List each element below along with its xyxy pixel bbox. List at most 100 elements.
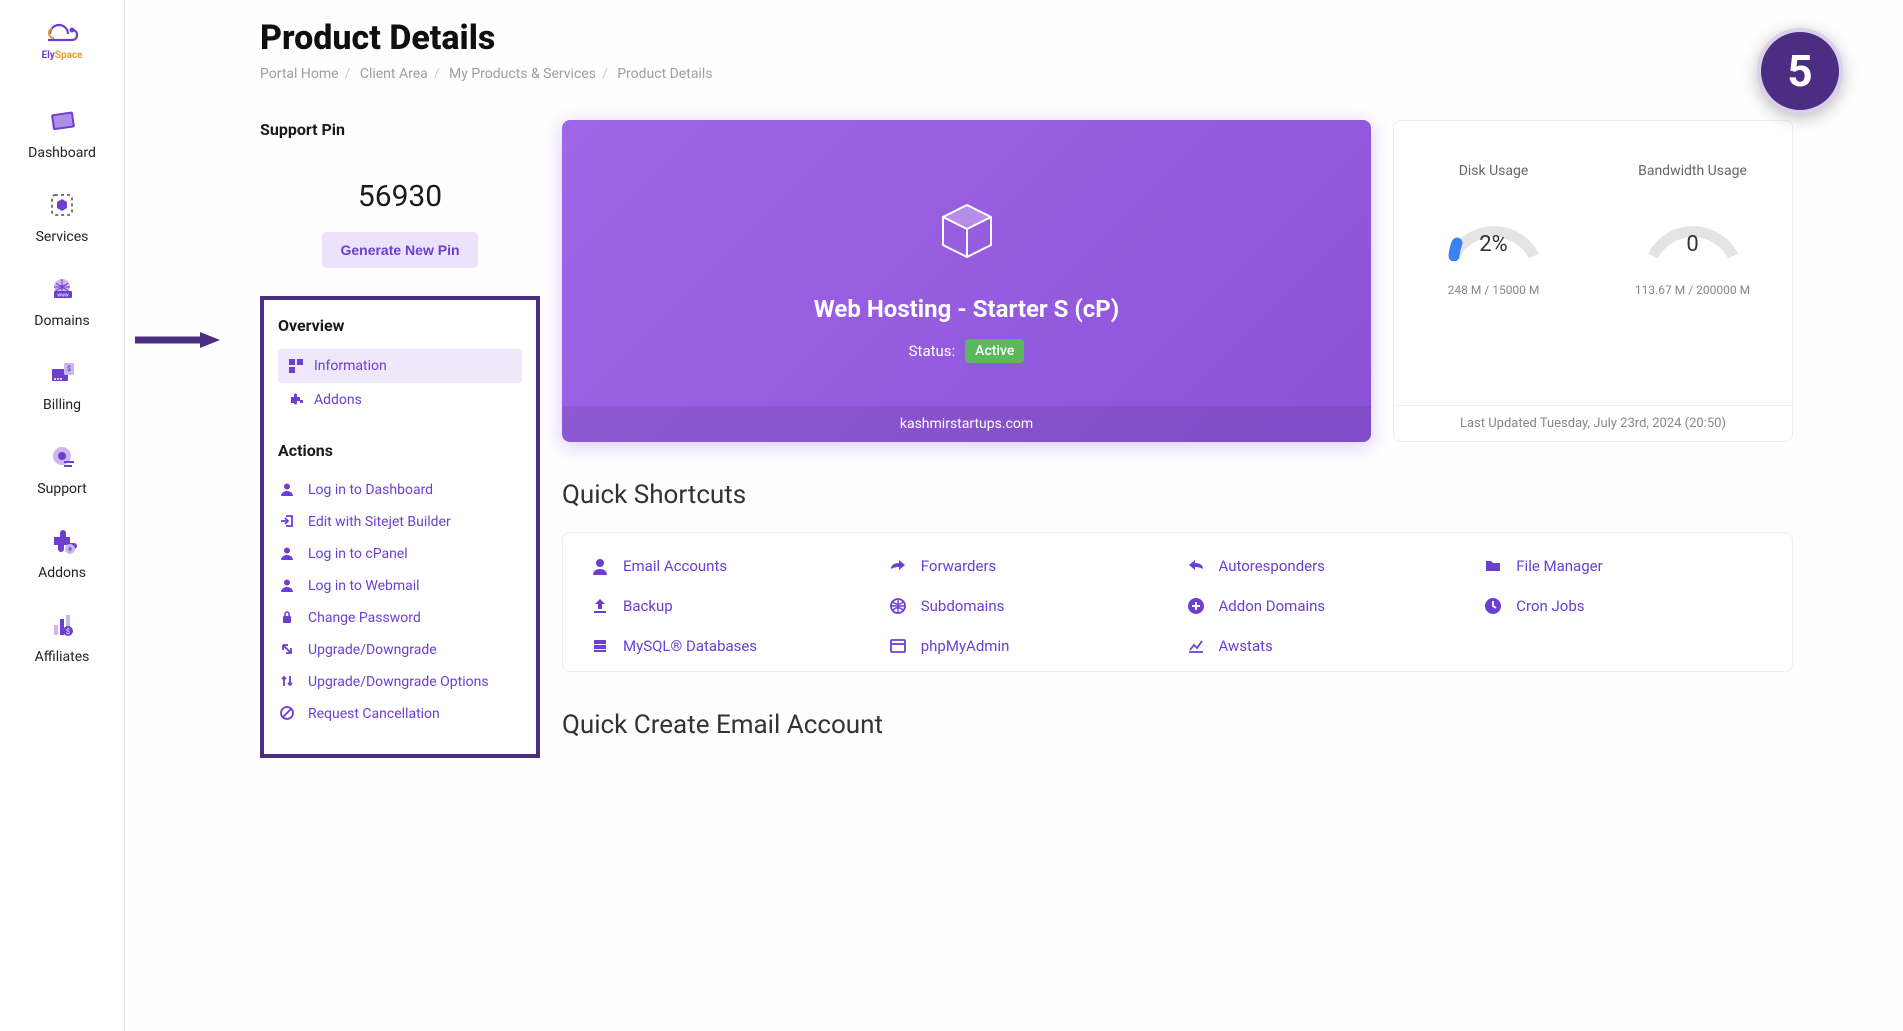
breadcrumb: Portal Home/ Client Area/ My Products & … [260, 66, 1793, 82]
breadcrumb-portal-home[interactable]: Portal Home [260, 66, 339, 82]
step-badge: 5 [1757, 28, 1843, 114]
affiliates-icon: $ [46, 609, 78, 641]
svg-text:www: www [57, 293, 69, 299]
left-column: Support Pin 56930 Generate New Pin Overv… [260, 120, 540, 762]
usage-updated: Last Updated Tuesday, July 23rd, 2024 (2… [1394, 405, 1792, 441]
generate-pin-button[interactable]: Generate New Pin [322, 232, 477, 268]
shortcut-forwarders[interactable]: Forwarders [889, 557, 1169, 575]
sidebar-item-label: Dashboard [28, 145, 96, 161]
sidebar-item-dashboard[interactable]: Dashboard [0, 91, 124, 175]
usage-card: Disk Usage 2% 248 M / 15000 M Bandwidth … [1393, 120, 1793, 442]
chart-icon [1187, 637, 1205, 655]
product-domain: kashmirstartups.com [562, 406, 1371, 442]
overview-item-label: Addons [314, 392, 362, 408]
sidebar-item-label: Billing [43, 397, 81, 413]
shortcut-addon-domains[interactable]: Addon Domains [1187, 597, 1467, 615]
action-change-password[interactable]: Change Password [278, 602, 522, 634]
svg-text:+: + [68, 545, 73, 554]
shortcuts-card: Email Accounts Forwarders Autoresponders… [562, 532, 1793, 672]
sidebar-item-label: Affiliates [35, 649, 90, 665]
quick-shortcuts-title: Quick Shortcuts [562, 480, 1793, 510]
reply-icon [1187, 557, 1205, 575]
breadcrumb-current: Product Details [617, 66, 712, 82]
user-icon [591, 557, 609, 575]
main-content: Product Details Portal Home/ Client Area… [125, 0, 1903, 762]
logo[interactable]: ElySpace [41, 20, 82, 61]
arrow-callout-icon [135, 330, 220, 350]
sidebar-item-affiliates[interactable]: $ Affiliates [0, 595, 124, 679]
domains-icon: www [46, 273, 78, 305]
overview-panel: Overview Information Addons Actions Log … [260, 296, 540, 758]
overview-heading: Overview [278, 316, 522, 335]
support-pin-value: 56930 [260, 179, 540, 214]
sidebar-item-domains[interactable]: www Domains [0, 259, 124, 343]
quick-create-email-title: Quick Create Email Account [562, 710, 1793, 740]
cancel-icon [280, 706, 296, 722]
sidebar-item-addons[interactable]: + Addons [0, 511, 124, 595]
shortcut-backup[interactable]: Backup [591, 597, 871, 615]
dashboard-icon [46, 105, 78, 137]
upload-icon [591, 597, 609, 615]
sidebar-item-label: Support [37, 481, 86, 497]
bandwidth-usage-gauge: Bandwidth Usage 0 113.67 M / 200000 M [1593, 121, 1792, 405]
folder-icon [1484, 557, 1502, 575]
action-upgrade-downgrade[interactable]: Upgrade/Downgrade [278, 634, 522, 666]
cube-icon [935, 199, 999, 267]
addons-small-icon [288, 392, 304, 408]
sidebar-item-billing[interactable]: $ Billing [0, 343, 124, 427]
plus-circle-icon [1187, 597, 1205, 615]
globe-icon [889, 597, 907, 615]
shortcut-awstats[interactable]: Awstats [1187, 637, 1467, 655]
shortcut-mysql[interactable]: MySQL® Databases [591, 637, 871, 655]
shortcut-file-manager[interactable]: File Manager [1484, 557, 1764, 575]
action-request-cancellation[interactable]: Request Cancellation [278, 698, 522, 730]
action-login-webmail[interactable]: Log in to Webmail [278, 570, 522, 602]
lock-icon [280, 610, 296, 626]
sidebar-item-support[interactable]: Support [0, 427, 124, 511]
svg-text:$: $ [66, 628, 70, 636]
svg-text:$: $ [67, 365, 71, 373]
services-icon [46, 189, 78, 221]
signin-icon [280, 514, 296, 530]
user-icon [280, 482, 296, 498]
product-name: Web Hosting - Starter S (cP) [814, 295, 1119, 323]
page-title: Product Details [260, 18, 1793, 58]
shortcut-subdomains[interactable]: Subdomains [889, 597, 1169, 615]
logo-icon [42, 20, 82, 48]
shortcut-cron-jobs[interactable]: Cron Jobs [1484, 597, 1764, 615]
actions-heading: Actions [278, 441, 522, 460]
status-label: Status: [909, 342, 956, 360]
product-hero-card: Web Hosting - Starter S (cP) Status: Act… [562, 120, 1371, 442]
external-icon [280, 642, 296, 658]
disk-usage-gauge: Disk Usage 2% 248 M / 15000 M [1394, 121, 1593, 405]
information-icon [288, 358, 304, 374]
database-icon [591, 637, 609, 655]
forward-icon [889, 557, 907, 575]
billing-icon: $ [46, 357, 78, 389]
support-icon [46, 441, 78, 473]
action-login-dashboard[interactable]: Log in to Dashboard [278, 474, 522, 506]
overview-information[interactable]: Information [278, 349, 522, 383]
clock-icon [1484, 597, 1502, 615]
shortcut-email-accounts[interactable]: Email Accounts [591, 557, 871, 575]
overview-item-label: Information [314, 358, 387, 374]
sidebar-item-label: Domains [34, 313, 89, 329]
sidebar: ElySpace Dashboard Services www Domains … [0, 0, 125, 1031]
shortcut-autoresponders[interactable]: Autoresponders [1187, 557, 1467, 575]
breadcrumb-my-products[interactable]: My Products & Services [449, 66, 596, 82]
sidebar-item-label: Services [36, 229, 89, 245]
sidebar-item-label: Addons [38, 565, 86, 581]
status-badge: Active [965, 339, 1024, 363]
user-icon [280, 578, 296, 594]
overview-addons[interactable]: Addons [278, 383, 522, 417]
addons-icon: + [46, 525, 78, 557]
action-edit-sitejet[interactable]: Edit with Sitejet Builder [278, 506, 522, 538]
shortcut-phpmyadmin[interactable]: phpMyAdmin [889, 637, 1169, 655]
breadcrumb-client-area[interactable]: Client Area [360, 66, 428, 82]
window-icon [889, 637, 907, 655]
sidebar-item-services[interactable]: Services [0, 175, 124, 259]
action-upgrade-downgrade-options[interactable]: Upgrade/Downgrade Options [278, 666, 522, 698]
support-pin-label: Support Pin [260, 120, 540, 139]
user-icon [280, 546, 296, 562]
action-login-cpanel[interactable]: Log in to cPanel [278, 538, 522, 570]
